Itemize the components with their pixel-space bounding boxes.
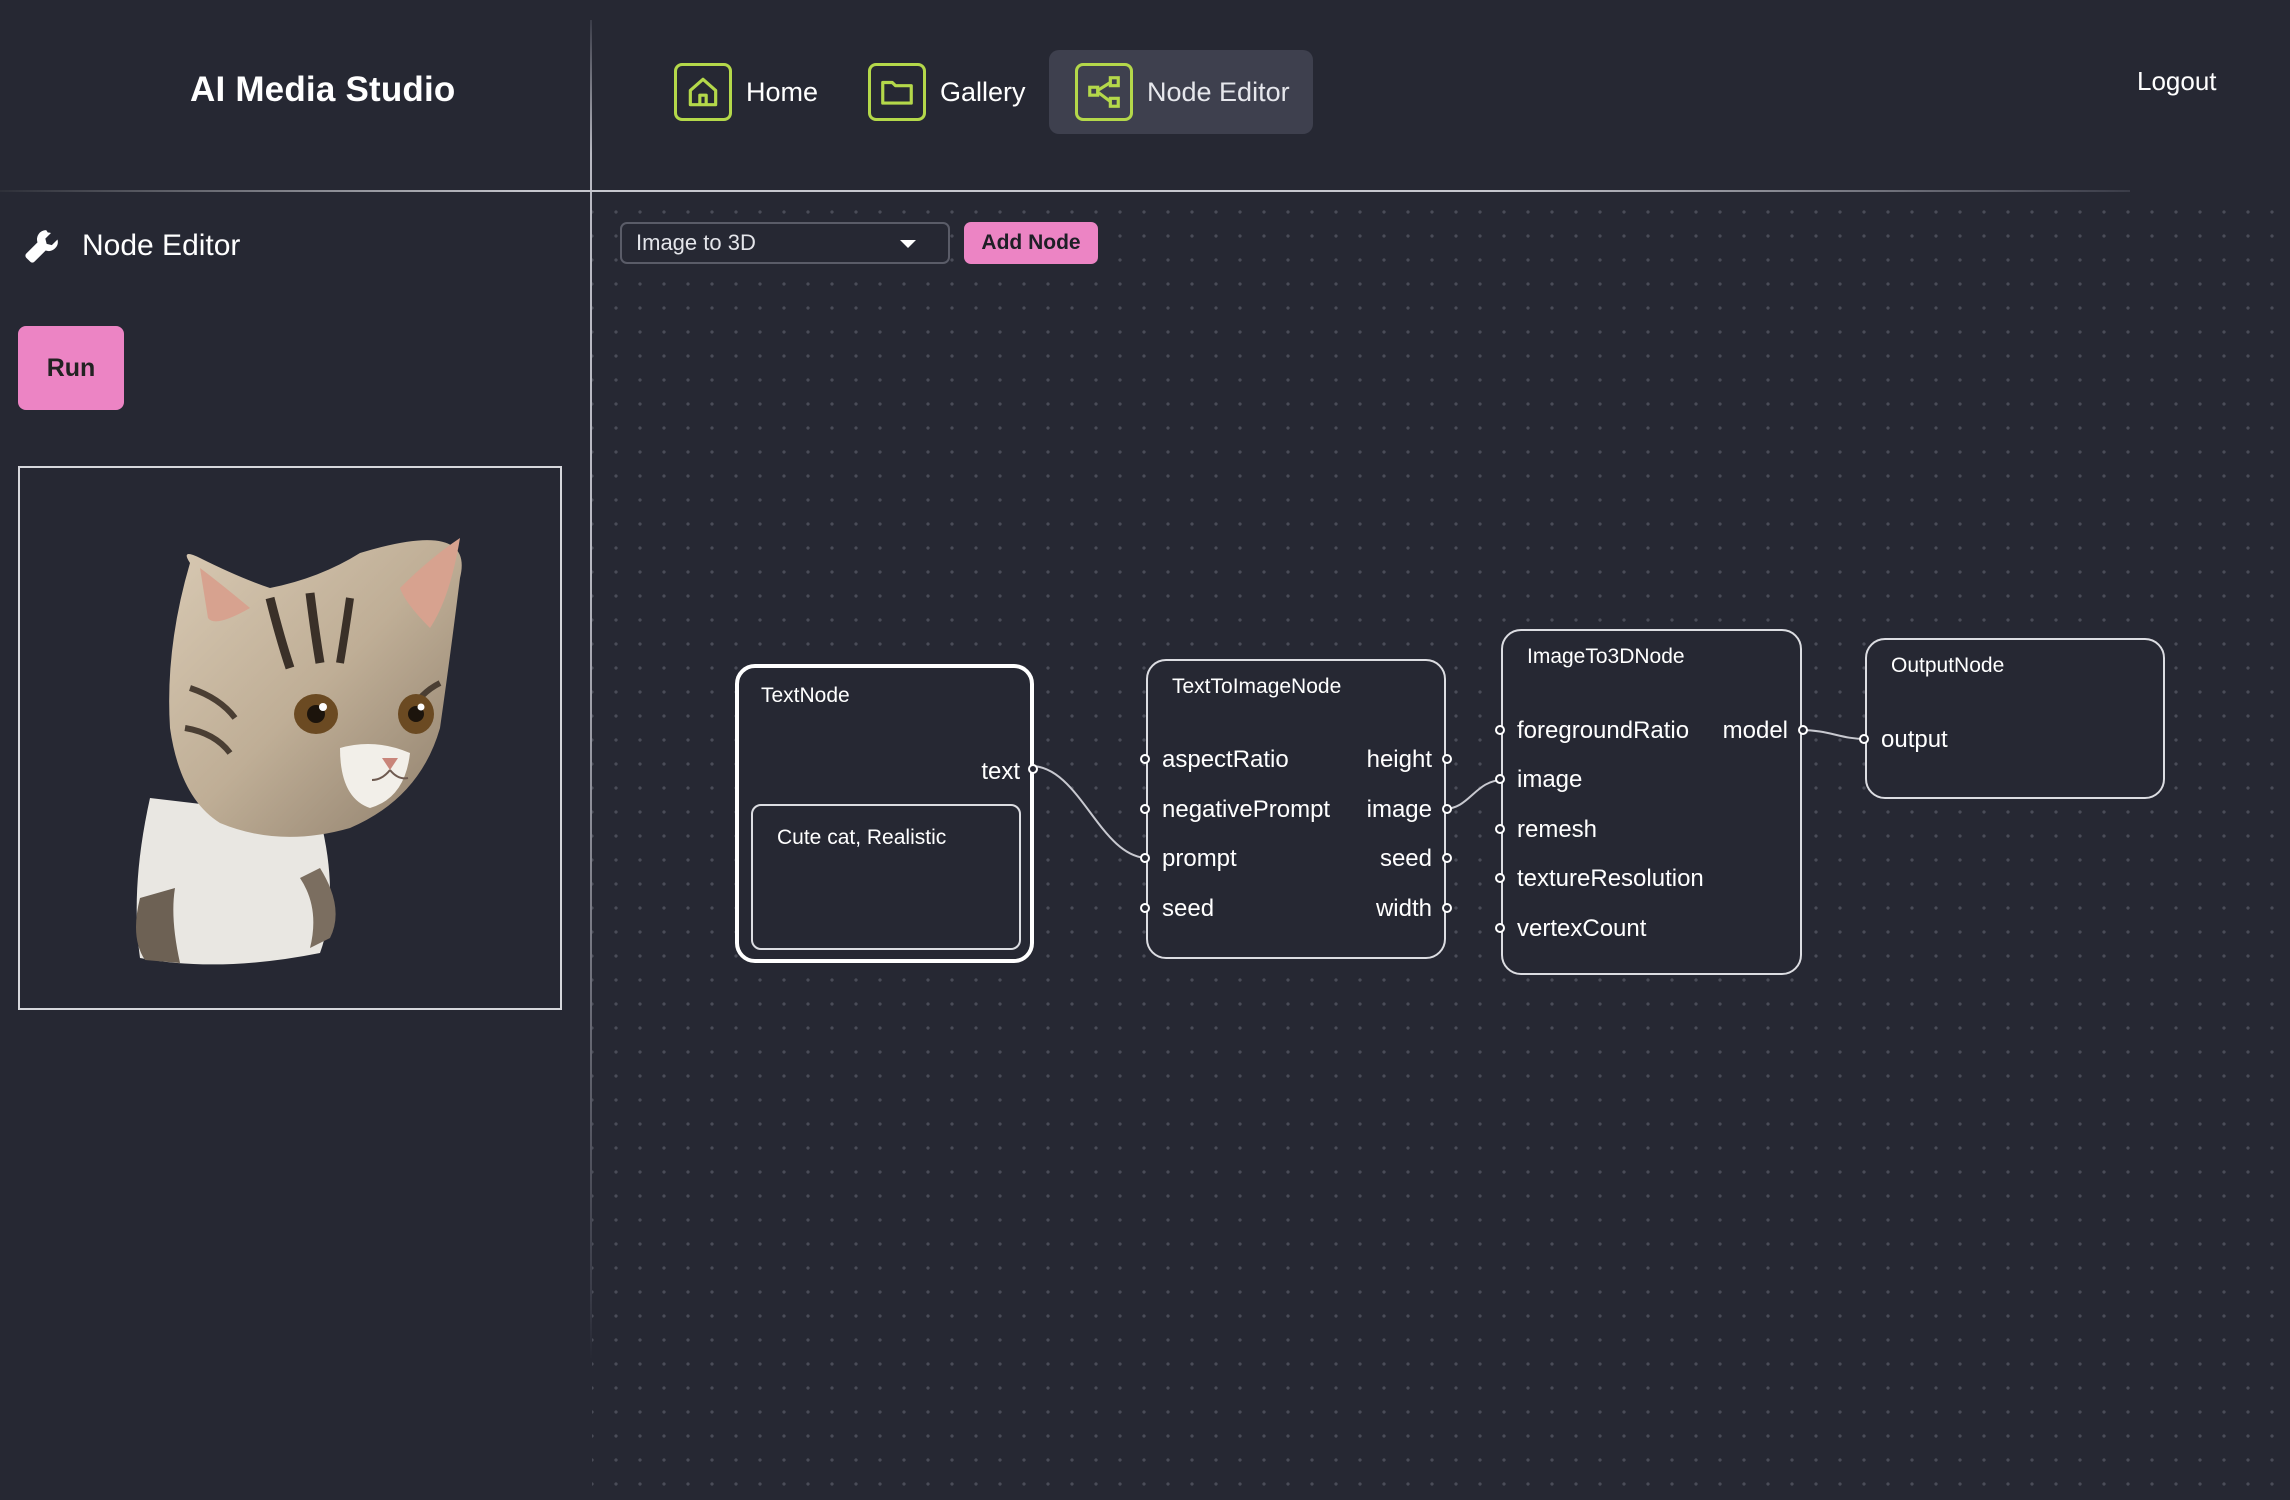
input-handle[interactable] (1859, 734, 1869, 744)
sidebar-title-label: Node Editor (82, 229, 241, 262)
nav-node-editor-label: Node Editor (1147, 76, 1290, 107)
port-label: image (1366, 796, 1432, 823)
add-node-button[interactable]: Add Node (964, 222, 1098, 264)
nav-gallery[interactable]: Gallery (868, 50, 1036, 134)
wrench-icon (25, 230, 58, 263)
node-type-select[interactable]: Image to 3D (620, 222, 950, 264)
port-label: model (1722, 717, 1788, 744)
output-node[interactable]: OutputNode output (1859, 638, 2165, 799)
input-handle[interactable] (1495, 725, 1505, 735)
input-handle[interactable] (1140, 903, 1150, 913)
nav-home[interactable]: Home (674, 50, 834, 134)
port-label: height (1366, 746, 1432, 773)
port-label: seed (1379, 845, 1432, 872)
port-label: aspectRatio (1162, 746, 1289, 773)
text-input[interactable]: Cute cat, Realistic (751, 804, 1021, 950)
input-handle[interactable] (1495, 774, 1505, 784)
output-handle[interactable] (1442, 903, 1452, 913)
output-preview (18, 466, 562, 1010)
chevron-down-icon (900, 240, 916, 248)
home-icon (674, 63, 732, 121)
run-button[interactable]: Run (18, 326, 124, 410)
port-label: prompt (1162, 845, 1237, 872)
port-label: output (1881, 726, 1948, 753)
port-label: seed (1162, 895, 1215, 922)
port-label: vertexCount (1517, 915, 1647, 942)
output-handle[interactable] (1442, 804, 1452, 814)
port-label-text: text (981, 758, 1020, 785)
port-label: image (1517, 766, 1583, 793)
cat-image (136, 538, 462, 965)
input-handle[interactable] (1495, 824, 1505, 834)
output-handle[interactable] (1442, 853, 1452, 863)
input-handle[interactable] (1495, 923, 1505, 933)
folder-icon (868, 63, 926, 121)
port-label: textureResolution (1517, 865, 1704, 892)
input-handle[interactable] (1140, 804, 1150, 814)
port-label: width (1375, 895, 1432, 922)
port-label: remesh (1517, 816, 1598, 843)
port-label: foregroundRatio (1517, 717, 1690, 744)
node-type-value: Image to 3D (636, 230, 756, 255)
port-label: negativePrompt (1162, 796, 1331, 823)
node-title: TextToImageNode (1172, 675, 1342, 698)
input-handle[interactable] (1495, 873, 1505, 883)
image-to-3d-node[interactable]: ImageTo3DNode foregroundRatio image reme… (1495, 629, 1808, 975)
input-handle[interactable] (1140, 853, 1150, 863)
node-title: OutputNode (1891, 654, 2005, 677)
text-to-image-node[interactable]: TextToImageNode aspectRatio negativeProm… (1140, 659, 1452, 959)
sidebar-title: Node Editor (22, 226, 240, 266)
output-handle-text[interactable] (1028, 764, 1038, 774)
output-handle[interactable] (1442, 754, 1452, 764)
nav-gallery-label: Gallery (940, 76, 1026, 107)
nav-node-editor[interactable]: Node Editor (1049, 50, 1313, 134)
node-title: ImageTo3DNode (1527, 645, 1685, 668)
input-handle[interactable] (1140, 754, 1150, 764)
text-node[interactable]: TextNode text Cute cat, Realistic (735, 664, 1038, 963)
node-graph-icon (1075, 63, 1133, 121)
output-handle[interactable] (1798, 725, 1808, 735)
logout-link[interactable]: Logout (2137, 66, 2217, 97)
nav-home-label: Home (746, 76, 819, 107)
app-brand: AI Media Studio (190, 70, 456, 109)
node-title: TextNode (761, 684, 850, 707)
